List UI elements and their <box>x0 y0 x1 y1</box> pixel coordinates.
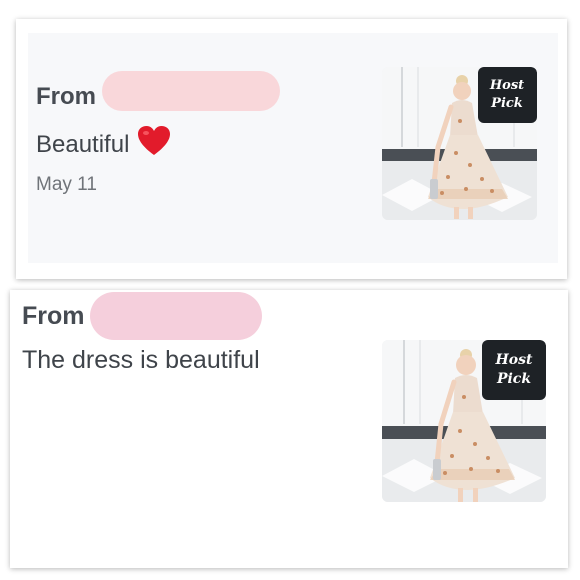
comment-card: From Beautiful May 11 Host Pick <box>16 19 567 279</box>
host-pick-badge-line1: Host <box>495 352 533 368</box>
dress-photo: Host Pick <box>382 340 546 502</box>
heart-emoji-icon <box>137 125 171 164</box>
host-pick-badge-line1: Host <box>489 78 524 93</box>
host-pick-badge-line2: Pick <box>490 96 523 111</box>
comment-text: The dress is beautiful <box>22 346 260 374</box>
comment-card: From The dress is beautiful Host Pick <box>10 290 568 568</box>
host-pick-badge-line2: Pick <box>496 371 531 387</box>
from-label: From <box>36 83 96 110</box>
product-thumbnail[interactable]: Host Pick <box>382 340 546 502</box>
redacted-username <box>102 71 280 111</box>
comment-text: Beautiful <box>36 131 130 158</box>
comment-date: May 11 <box>36 174 97 195</box>
product-thumbnail[interactable]: Host Pick <box>382 67 537 220</box>
dress-photo: Host Pick <box>382 67 537 220</box>
redacted-username <box>90 292 262 340</box>
comment-text-row: Beautiful <box>36 125 171 164</box>
from-label: From <box>22 302 85 330</box>
